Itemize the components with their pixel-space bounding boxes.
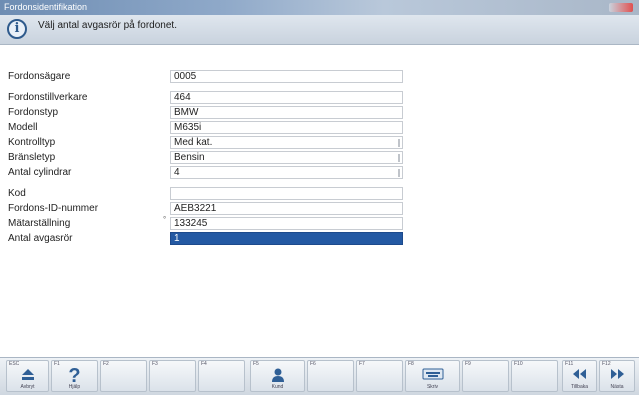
key-caption: Hjälp xyxy=(68,384,81,390)
back-icon xyxy=(563,367,596,385)
model-field[interactable]: M635i xyxy=(170,121,403,134)
field-label: Antal avgasrör xyxy=(8,233,73,244)
info-icon: i xyxy=(7,19,27,39)
key-number: F9 xyxy=(465,361,471,367)
key-number: F6 xyxy=(310,361,316,367)
odometer-field[interactable]: 133245 xyxy=(170,217,403,230)
exhaust-pipes-field[interactable]: 1 xyxy=(170,232,403,245)
message-text: Välj antal avgasrör på fordonet. xyxy=(38,20,177,31)
manufacturer-field[interactable]: 464 xyxy=(170,91,403,104)
dropdown-handle[interactable] xyxy=(398,169,400,177)
window-titlebar: Fordonsidentifikation xyxy=(0,0,639,15)
form-row-fuel-type: Bränsletyp Bensin xyxy=(0,151,420,165)
f8-keyboard-button[interactable]: F8 Skriv xyxy=(405,360,460,392)
vehicle-type-field[interactable]: BMW xyxy=(170,106,403,119)
form-row-owner: Fordonsägare 0005 xyxy=(0,70,420,84)
window-controls[interactable] xyxy=(609,3,633,12)
f10-key-button[interactable]: F10 xyxy=(511,360,558,392)
form-row-inspection-type: Kontrolltyp Med kat. xyxy=(0,136,420,150)
f11-back-button[interactable]: F11 Tillbaka xyxy=(562,360,597,392)
key-caption: Kund xyxy=(271,384,284,390)
key-caption: Tillbaka xyxy=(570,384,589,390)
form-row-code: Kod xyxy=(0,187,420,201)
key-number: F3 xyxy=(152,361,158,367)
f4-key-button[interactable]: F4 xyxy=(198,360,245,392)
f2-key-button[interactable]: F2 xyxy=(100,360,147,392)
f1-help-button[interactable]: F1 ? Hjälp xyxy=(51,360,98,392)
field-label: Modell xyxy=(8,122,38,133)
form-row-manufacturer: Fordonstillverkare 464 xyxy=(0,91,420,105)
fuel-type-value: Bensin xyxy=(174,152,205,163)
field-label: Fordonstyp xyxy=(8,107,59,118)
field-label: Fordonstillverkare xyxy=(8,92,88,103)
cylinders-field[interactable]: 4 xyxy=(170,166,403,179)
dropdown-handle[interactable] xyxy=(398,139,400,147)
forward-icon xyxy=(600,367,634,385)
f12-next-button[interactable]: F12 Nästa xyxy=(599,360,635,392)
vehicle-id-field[interactable]: AEB3221 xyxy=(170,202,403,215)
field-label: Antal cylindrar xyxy=(8,167,72,178)
field-label: Fordonsägare xyxy=(8,71,71,82)
form-row-exhaust-pipes: Antal avgasrör 1 xyxy=(0,232,420,246)
field-label: Mätarställning xyxy=(8,218,71,229)
inspection-type-field[interactable]: Med kat. xyxy=(170,136,403,149)
key-caption: Nästa xyxy=(610,384,624,390)
form-row-model: Modell M635i xyxy=(0,121,420,135)
key-caption: Skriv xyxy=(426,384,439,390)
f5-customer-button[interactable]: F5 Kund xyxy=(250,360,305,392)
f7-key-button[interactable]: F7 xyxy=(356,360,403,392)
key-number: F10 xyxy=(514,361,523,367)
form-row-vehicle-type: Fordonstyp BMW xyxy=(0,106,420,120)
esc-key-button[interactable]: ESC Avbryt xyxy=(6,360,49,392)
window-title: Fordonsidentifikation xyxy=(4,2,88,12)
form-row-cylinders: Antal cylindrar 4 xyxy=(0,166,420,180)
code-field[interactable] xyxy=(170,187,403,200)
key-number: F2 xyxy=(103,361,109,367)
f3-key-button[interactable]: F3 xyxy=(149,360,196,392)
field-label: Bränsletyp xyxy=(8,152,56,163)
f9-key-button[interactable]: F9 xyxy=(462,360,509,392)
inspection-type-value: Med kat. xyxy=(174,137,213,148)
key-number: F7 xyxy=(359,361,365,367)
field-label: Fordons-ID-nummer xyxy=(8,203,99,214)
required-mark: ° xyxy=(163,215,167,224)
f6-key-button[interactable]: F6 xyxy=(307,360,354,392)
field-label: Kod xyxy=(8,188,26,199)
owner-field[interactable]: 0005 xyxy=(170,70,403,83)
key-caption: Avbryt xyxy=(20,384,35,390)
keyboard-icon xyxy=(406,367,459,385)
field-label: Kontrolltyp xyxy=(8,137,56,148)
key-number: F4 xyxy=(201,361,207,367)
form-row-odometer: Mätarställning ° 133245 xyxy=(0,215,420,231)
help-icon: ? xyxy=(68,365,81,387)
cylinders-value: 4 xyxy=(174,167,180,178)
fuel-type-field[interactable]: Bensin xyxy=(170,151,403,164)
form-row-vin: Fordons-ID-nummer AEB3221 xyxy=(0,202,420,216)
dropdown-handle[interactable] xyxy=(398,154,400,162)
